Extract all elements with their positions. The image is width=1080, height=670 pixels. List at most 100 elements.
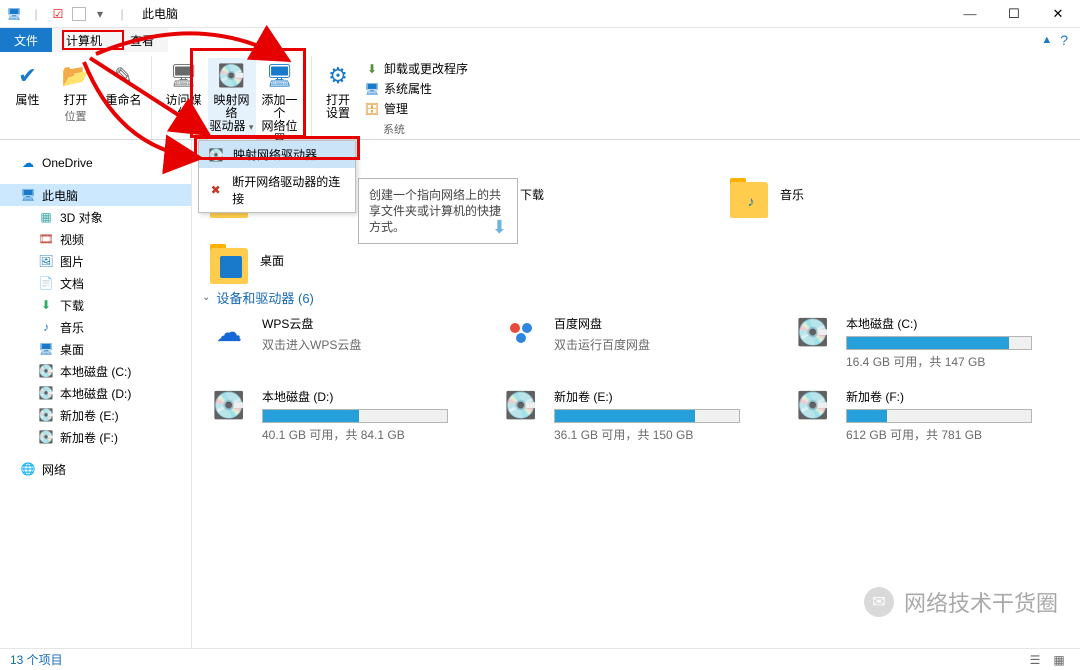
view-details-button[interactable]: ☰ xyxy=(1024,651,1046,669)
pictures-icon: 🖼 xyxy=(38,253,54,269)
qat-overflow-icon[interactable]: ▾ xyxy=(92,6,108,22)
documents-icon: 📄 xyxy=(38,275,54,291)
drive-baidu[interactable]: 百度网盘 双击运行百度网盘 xyxy=(500,315,746,370)
nav-vol-e-label: 新加卷 (E:) xyxy=(60,407,119,424)
status-bar: 13 个项目 ☰ ▦ xyxy=(0,648,1080,670)
navigation-pane: ☁ OneDrive 🖥 此电脑 ▦ 3D 对象 🎞 视频 🖼 图片 📄 文档 … xyxy=(0,140,192,648)
windows-drive-icon: 💽 xyxy=(792,315,834,349)
map-network-drive-label1: 映射网络 xyxy=(210,94,254,120)
qat-blank-icon[interactable] xyxy=(72,7,86,21)
drive-e[interactable]: 💽 新加卷 (E:) 36.1 GB 可用，共 150 GB xyxy=(500,388,746,443)
map-network-drive-label2: 驱动器 ▾ xyxy=(210,120,254,134)
nav-pictures[interactable]: 🖼 图片 xyxy=(0,250,191,272)
nav-vol-e[interactable]: 💽 新加卷 (E:) xyxy=(0,404,191,426)
rename-icon: ✎ xyxy=(108,60,140,92)
open-icon: 📂 xyxy=(60,60,92,92)
tab-file[interactable]: 文件 xyxy=(0,28,52,52)
folder-music-label: 音乐 xyxy=(780,176,804,203)
drive-c[interactable]: 💽 本地磁盘 (C:) 16.4 GB 可用，共 147 GB xyxy=(792,315,1038,370)
nav-3d-objects[interactable]: ▦ 3D 对象 xyxy=(0,206,191,228)
titlebar: 🖥 | ☑ ▾ | 此电脑 — ☐ ✕ xyxy=(0,0,1080,28)
nav-drive-d[interactable]: 💽 本地磁盘 (D:) xyxy=(0,382,191,404)
help-icon[interactable]: ? xyxy=(1060,32,1068,48)
dropdown-item-map-drive[interactable]: 💽 映射网络驱动器 xyxy=(199,141,355,168)
drive-wps[interactable]: ☁ WPS云盘 双击进入WPS云盘 xyxy=(208,315,454,370)
map-drive-dropdown: 💽 映射网络驱动器 ✖ 断开网络驱动器的连接 xyxy=(198,140,356,213)
rename-label: 重命名 xyxy=(102,94,146,107)
nav-downloads[interactable]: ⬇ 下载 xyxy=(0,294,191,316)
properties-button[interactable]: ✔ 属性 xyxy=(4,58,52,107)
nav-vol-f[interactable]: 💽 新加卷 (F:) xyxy=(0,426,191,448)
qat-divider: | xyxy=(28,6,44,22)
map-network-drive-button[interactable]: 💽 映射网络 驱动器 ▾ xyxy=(208,58,256,146)
chevron-down-icon: ⌄ xyxy=(202,292,210,303)
watermark: ✉ 网络技术干货圈 xyxy=(864,586,1058,618)
desktop-icon: 🖥 xyxy=(38,341,54,357)
nav-music[interactable]: ♪ 音乐 xyxy=(0,316,191,338)
nav-network[interactable]: 🌐 网络 xyxy=(0,458,191,480)
nav-drive-c[interactable]: 💽 本地磁盘 (C:) xyxy=(0,360,191,382)
nav-pictures-label: 图片 xyxy=(60,253,84,270)
nav-documents[interactable]: 📄 文档 xyxy=(0,272,191,294)
section-drives-label: 设备和驱动器 (6) xyxy=(216,288,314,307)
drive-d-icon: 💽 xyxy=(38,385,54,401)
minimize-button[interactable]: — xyxy=(948,0,992,28)
drive-d-title: 本地磁盘 (D:) xyxy=(262,388,454,405)
nav-videos[interactable]: 🎞 视频 xyxy=(0,228,191,250)
nav-desktop-label: 桌面 xyxy=(60,341,84,358)
ribbon-collapse-icon[interactable]: ▲ xyxy=(1041,34,1052,46)
uninstall-icon: ⬇ xyxy=(364,61,380,77)
view-tiles-button[interactable]: ▦ xyxy=(1048,651,1070,669)
maximize-button[interactable]: ☐ xyxy=(992,0,1036,28)
add-network-location-button[interactable]: 🖥 添加一个 网络位置 xyxy=(256,58,304,146)
dropdown-item-map-drive-label: 映射网络驱动器 xyxy=(233,146,317,163)
drive-grid: ☁ WPS云盘 双击进入WPS云盘 百度网盘 双击运行百度网盘 💽 本地磁盘 xyxy=(208,315,1076,443)
tooltip-text: 创建一个指向网络上的共享文件夹或计算机的快捷方式。 xyxy=(369,188,501,234)
pc-icon: 🖥 xyxy=(6,6,22,22)
drive-c-icon: 💽 xyxy=(38,363,54,379)
hdd-icon-f: 💽 xyxy=(792,388,834,422)
tab-view[interactable]: 查看 xyxy=(116,28,168,52)
uninstall-programs-button[interactable]: ⬇ 卸载或更改程序 xyxy=(364,60,468,77)
vol-f-icon: 💽 xyxy=(38,429,54,445)
uninstall-label: 卸载或更改程序 xyxy=(384,60,468,77)
nav-drive-c-label: 本地磁盘 (C:) xyxy=(60,363,131,380)
group-location-caption: 位置 xyxy=(65,108,87,124)
network-icon: 🌐 xyxy=(20,461,36,477)
access-media-button[interactable]: 🖥 访问媒体 ▾ xyxy=(160,58,208,146)
content-pane: 📄 文档 ⬇ 下载 ♪ 音乐 桌面 ⌄ 设备和驱动器 (6) ☁ xyxy=(192,140,1080,648)
drive-f[interactable]: 💽 新加卷 (F:) 612 GB 可用，共 781 GB xyxy=(792,388,1038,443)
drive-wps-sub: 双击进入WPS云盘 xyxy=(262,336,454,353)
onedrive-icon: ☁ xyxy=(20,155,36,171)
open-button[interactable]: 📂 打开 xyxy=(52,58,100,107)
tooltip-arrow-icon: ⬇ xyxy=(492,219,507,235)
access-media-icon: 🖥 xyxy=(168,60,200,92)
open-settings-button[interactable]: ⚙ 打开 设置 xyxy=(314,58,362,120)
dropdown-item-disconnect[interactable]: ✖ 断开网络驱动器的连接 xyxy=(199,168,355,212)
drive-c-sub: 16.4 GB 可用，共 147 GB xyxy=(846,353,1038,370)
rename-button[interactable]: ✎ 重命名 xyxy=(100,58,148,107)
nav-this-pc[interactable]: 🖥 此电脑 xyxy=(0,184,191,206)
section-drives-header[interactable]: ⌄ 设备和驱动器 (6) xyxy=(202,288,1076,307)
drive-d[interactable]: 💽 本地磁盘 (D:) 40.1 GB 可用，共 84.1 GB xyxy=(208,388,454,443)
folder-music[interactable]: ♪ 音乐 xyxy=(728,176,928,218)
nav-downloads-label: 下载 xyxy=(60,297,84,314)
nav-onedrive[interactable]: ☁ OneDrive xyxy=(0,152,191,174)
nav-3d-objects-label: 3D 对象 xyxy=(60,209,103,226)
hdd-icon: 💽 xyxy=(208,388,250,422)
system-properties-button[interactable]: 🖥 系统属性 xyxy=(364,80,468,97)
drive-e-bar xyxy=(554,409,740,423)
close-button[interactable]: ✕ xyxy=(1036,0,1080,28)
drive-d-sub: 40.1 GB 可用，共 84.1 GB xyxy=(262,426,454,443)
tab-computer[interactable]: 计算机 xyxy=(52,28,116,52)
downloads-icon: ⬇ xyxy=(38,297,54,313)
nav-videos-label: 视频 xyxy=(60,231,84,248)
hdd-icon-e: 💽 xyxy=(500,388,542,422)
desktop-folder-icon xyxy=(220,256,242,278)
drive-c-bar xyxy=(846,336,1032,350)
manage-button[interactable]: 🗄 管理 xyxy=(364,100,468,117)
qat-checkbox-icon[interactable]: ☑ xyxy=(50,6,66,22)
folder-desktop[interactable]: 桌面 xyxy=(208,242,408,284)
settings-gear-icon: ⚙ xyxy=(322,60,354,92)
nav-desktop[interactable]: 🖥 桌面 xyxy=(0,338,191,360)
